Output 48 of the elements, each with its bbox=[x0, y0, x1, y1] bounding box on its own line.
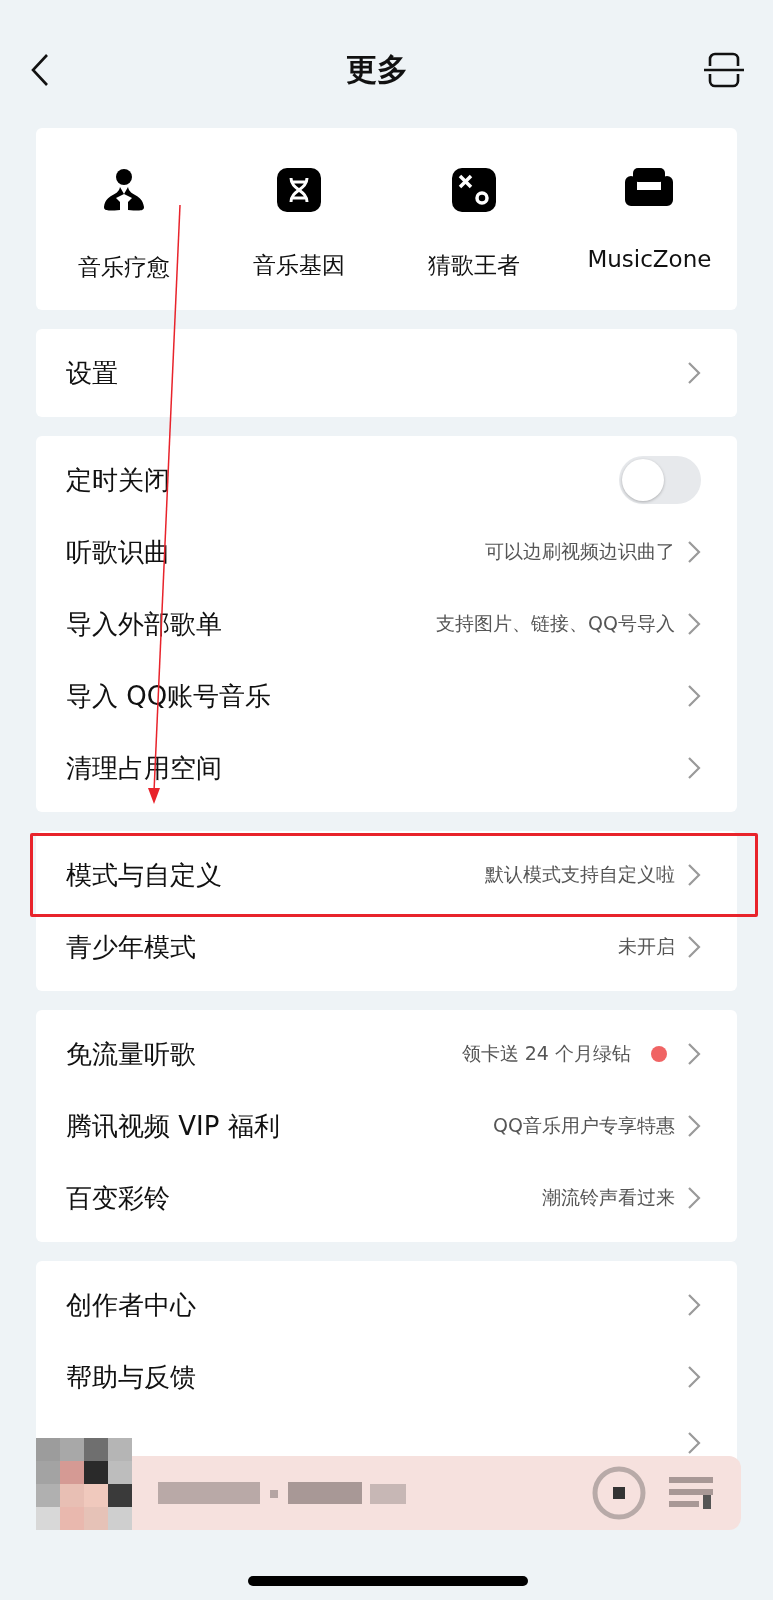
chevron-right-icon bbox=[687, 361, 701, 385]
row-label: 青少年模式 bbox=[66, 930, 197, 964]
page-title: 更多 bbox=[345, 50, 408, 89]
settings-row[interactable]: 帮助与反馈 bbox=[36, 1341, 737, 1413]
row-label: 创作者中心 bbox=[66, 1288, 197, 1322]
settings-row[interactable]: 腾讯视频 VIP 福利 QQ音乐用户专享特惠 bbox=[36, 1090, 737, 1162]
shortcut-button[interactable]: 音乐基因 bbox=[211, 168, 387, 283]
settings-row[interactable]: 百变彩铃 潮流铃声看过来 bbox=[36, 1162, 737, 1234]
row-label: 免流量听歌 bbox=[66, 1037, 197, 1071]
chevron-right-icon bbox=[687, 1431, 701, 1455]
back-icon[interactable] bbox=[30, 53, 50, 87]
chevron-right-icon bbox=[687, 612, 701, 636]
row-label: 设置 bbox=[66, 356, 119, 390]
dna-icon bbox=[276, 168, 321, 212]
settings-row[interactable]: 免流量听歌 领卡送 24 个月绿钻 bbox=[36, 1018, 737, 1090]
chevron-right-icon bbox=[687, 540, 701, 564]
row-label: 百变彩铃 bbox=[66, 1181, 171, 1215]
row-label: 模式与自定义 bbox=[66, 858, 223, 892]
row-label: 帮助与反馈 bbox=[66, 1360, 197, 1394]
row-hint: 支持图片、链接、QQ号导入 bbox=[436, 611, 675, 636]
chevron-right-icon bbox=[687, 1293, 701, 1317]
tic-tac-toe-icon bbox=[452, 168, 497, 212]
shortcut-button[interactable]: MusicZone bbox=[561, 168, 737, 283]
row-hint: 领卡送 24 个月绿钻 bbox=[461, 1041, 631, 1066]
row-hint: 默认模式支持自定义啦 bbox=[485, 862, 675, 887]
chevron-right-icon bbox=[687, 1186, 701, 1210]
shortcut-button[interactable]: 猜歌王者 bbox=[386, 168, 562, 283]
chevron-right-icon bbox=[687, 1114, 701, 1138]
settings-row[interactable]: 青少年模式 未开启 bbox=[36, 911, 737, 983]
row-hint: QQ音乐用户专享特惠 bbox=[493, 1113, 675, 1138]
chevron-right-icon bbox=[687, 1365, 701, 1389]
chevron-right-icon bbox=[687, 863, 701, 887]
chevron-right-icon bbox=[687, 756, 701, 780]
toggle-switch[interactable] bbox=[619, 456, 701, 504]
chevron-right-icon bbox=[687, 935, 701, 959]
scan-icon[interactable] bbox=[703, 52, 745, 88]
chevron-right-icon bbox=[687, 1042, 701, 1066]
row-hint: 未开启 bbox=[618, 934, 675, 959]
row-hint: 潮流铃声看过来 bbox=[542, 1185, 675, 1210]
settings-row[interactable]: 创作者中心 bbox=[36, 1269, 737, 1341]
sofa-icon bbox=[625, 168, 674, 208]
settings-row[interactable]: 模式与自定义 默认模式支持自定义啦 bbox=[36, 839, 737, 911]
row-label: 腾讯视频 VIP 福利 bbox=[66, 1109, 281, 1143]
row-hint: 可以边刷视频边识曲了 bbox=[485, 539, 675, 564]
play-icon[interactable] bbox=[591, 1465, 647, 1521]
settings-row[interactable]: 设置 bbox=[36, 337, 737, 409]
chevron-right-icon bbox=[687, 684, 701, 708]
shortcut-button[interactable]: 音乐疗愈 bbox=[36, 168, 212, 283]
